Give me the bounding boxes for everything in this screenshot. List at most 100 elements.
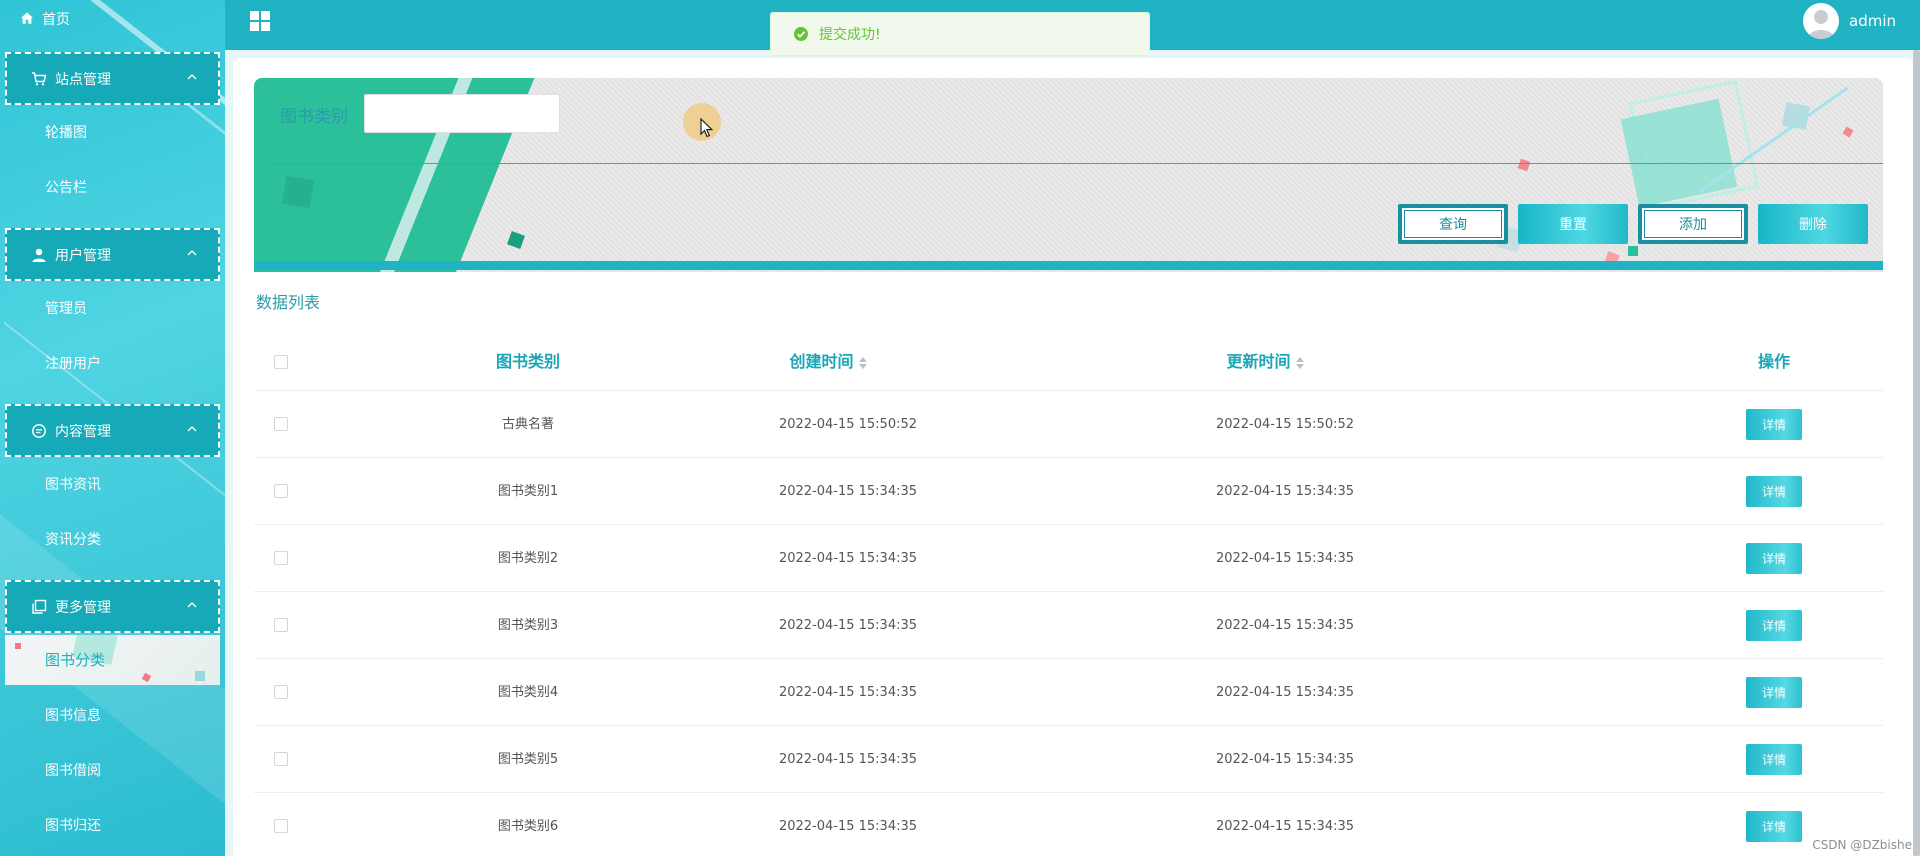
cell-updated: 2022-04-15 15:34:35 <box>1215 551 1355 566</box>
chevron-up-icon <box>186 247 198 259</box>
row-checkbox[interactable] <box>274 685 288 699</box>
chat-icon <box>31 423 47 439</box>
decoration <box>1628 246 1638 256</box>
sidebar-item-book-borrow[interactable]: 图书借阅 <box>45 760 101 782</box>
watermark: CSDN @DZbishe <box>1812 838 1912 852</box>
sidebar-group-label: 站点管理 <box>55 71 111 88</box>
divider <box>270 163 1883 164</box>
sidebar-item-carousel[interactable]: 轮播图 <box>45 122 87 144</box>
sidebar-group-content[interactable]: 内容管理 <box>5 404 220 457</box>
decoration <box>141 672 152 683</box>
reset-button[interactable]: 重置 <box>1518 204 1628 244</box>
row-checkbox[interactable] <box>274 551 288 565</box>
table-header: 图书类别 创建时间 更新时间 操作 <box>254 333 1883 391</box>
mouse-cursor-icon <box>700 118 714 138</box>
data-list-title: 数据列表 <box>256 293 321 312</box>
detail-button[interactable]: 详情 <box>1746 610 1802 641</box>
scrollbar-thumb[interactable] <box>1913 50 1920 856</box>
sidebar-item-news-category[interactable]: 资讯分类 <box>45 529 101 551</box>
table-row: 图书类别5 2022-04-15 15:34:35 2022-04-15 15:34… <box>254 726 1883 793</box>
row-checkbox[interactable] <box>274 484 288 498</box>
cell-updated: 2022-04-15 15:34:35 <box>1215 484 1355 499</box>
cell-category: 图书类别1 <box>497 484 559 499</box>
sidebar-group-more[interactable]: 更多管理 <box>5 580 220 633</box>
decoration <box>15 643 21 649</box>
column-header-category: 图书类别 <box>495 352 560 371</box>
row-checkbox[interactable] <box>274 417 288 431</box>
cart-icon <box>31 71 47 87</box>
select-all-checkbox[interactable] <box>274 355 288 369</box>
sort-icon[interactable] <box>1295 356 1304 369</box>
detail-button[interactable]: 详情 <box>1746 476 1802 507</box>
sidebar-group-site[interactable]: 站点管理 <box>5 52 220 105</box>
chevron-up-icon <box>186 71 198 83</box>
detail-button[interactable]: 详情 <box>1746 744 1802 775</box>
decoration <box>281 175 315 209</box>
category-search-input[interactable] <box>364 94 560 133</box>
divider <box>254 261 1883 270</box>
filter-label: 图书类别 <box>280 107 348 127</box>
column-header-label: 创建时间 <box>789 352 854 371</box>
cell-updated: 2022-04-15 15:34:35 <box>1215 618 1355 633</box>
sidebar-item-notice[interactable]: 公告栏 <box>45 177 87 199</box>
sidebar-item-label: 首页 <box>42 12 70 28</box>
table-row: 图书类别2 2022-04-15 15:34:35 2022-04-15 15:34… <box>254 525 1883 592</box>
toast-message: 提交成功! <box>819 27 881 43</box>
detail-button[interactable]: 详情 <box>1746 811 1802 842</box>
decoration <box>1842 126 1854 138</box>
chevron-up-icon <box>186 599 198 611</box>
sidebar-item-home[interactable]: 首页 <box>20 8 70 30</box>
username: admin <box>1849 12 1896 30</box>
filter-panel: 图书类别 查询 重置 添加 删除 <box>254 78 1883 272</box>
detail-button[interactable]: 详情 <box>1746 677 1802 708</box>
table-row: 图书类别6 2022-04-15 15:34:35 2022-04-15 15:34… <box>254 793 1883 856</box>
scrollbar[interactable] <box>1913 50 1920 856</box>
sidebar-item-admins[interactable]: 管理员 <box>45 298 87 320</box>
row-checkbox[interactable] <box>274 618 288 632</box>
row-checkbox[interactable] <box>274 819 288 833</box>
check-circle-icon <box>793 26 809 42</box>
sidebar-group-label: 更多管理 <box>55 599 111 616</box>
detail-button[interactable]: 详情 <box>1746 409 1802 440</box>
sidebar-item-registered-users[interactable]: 注册用户 <box>45 353 101 375</box>
cell-updated: 2022-04-15 15:34:35 <box>1215 752 1355 767</box>
user-icon <box>31 247 47 263</box>
sidebar-item-book-info[interactable]: 图书信息 <box>45 705 101 727</box>
cell-category: 图书类别5 <box>497 752 559 767</box>
column-header-actions: 操作 <box>1757 352 1790 371</box>
table-row: 图书类别3 2022-04-15 15:34:35 2022-04-15 15:34… <box>254 592 1883 659</box>
sidebar-group-label: 内容管理 <box>55 423 111 440</box>
sidebar-item-book-news[interactable]: 图书资讯 <box>45 474 101 496</box>
cell-category: 古典名著 <box>501 417 554 432</box>
column-header-created[interactable]: 创建时间 <box>728 333 928 391</box>
success-toast: 提交成功! <box>770 12 1150 56</box>
cell-created: 2022-04-15 15:34:35 <box>778 484 918 499</box>
decoration <box>1517 158 1531 172</box>
user-menu[interactable]: admin <box>1803 1 1896 41</box>
cell-category: 图书类别3 <box>497 618 559 633</box>
row-checkbox[interactable] <box>274 752 288 766</box>
sort-icon[interactable] <box>858 356 867 369</box>
cell-created: 2022-04-15 15:34:35 <box>778 618 918 633</box>
cell-category: 图书类别2 <box>497 551 559 566</box>
table-row: 古典名著 2022-04-15 15:50:52 2022-04-15 15:50:… <box>254 391 1883 458</box>
cell-created: 2022-04-15 15:34:35 <box>778 752 918 767</box>
detail-button[interactable]: 详情 <box>1746 543 1802 574</box>
cell-category: 图书类别6 <box>497 819 559 834</box>
cell-updated: 2022-04-15 15:34:35 <box>1215 819 1355 834</box>
chevron-up-icon <box>186 423 198 435</box>
cell-created: 2022-04-15 15:34:35 <box>778 685 918 700</box>
add-button[interactable]: 添加 <box>1638 204 1748 244</box>
column-header-updated[interactable]: 更新时间 <box>1165 333 1365 391</box>
table-row: 图书类别4 2022-04-15 15:34:35 2022-04-15 15:34… <box>254 659 1883 726</box>
sidebar-group-users[interactable]: 用户管理 <box>5 228 220 281</box>
home-icon <box>20 11 36 27</box>
avatar <box>1803 3 1839 39</box>
sidebar-item-book-category[interactable]: 图书分类 <box>5 635 220 685</box>
cell-created: 2022-04-15 15:34:35 <box>778 551 918 566</box>
delete-button[interactable]: 删除 <box>1758 204 1868 244</box>
cell-created: 2022-04-15 15:50:52 <box>778 417 918 432</box>
sidebar-item-book-return[interactable]: 图书归还 <box>45 815 101 837</box>
search-button[interactable]: 查询 <box>1398 204 1508 244</box>
cell-created: 2022-04-15 15:34:35 <box>778 819 918 834</box>
